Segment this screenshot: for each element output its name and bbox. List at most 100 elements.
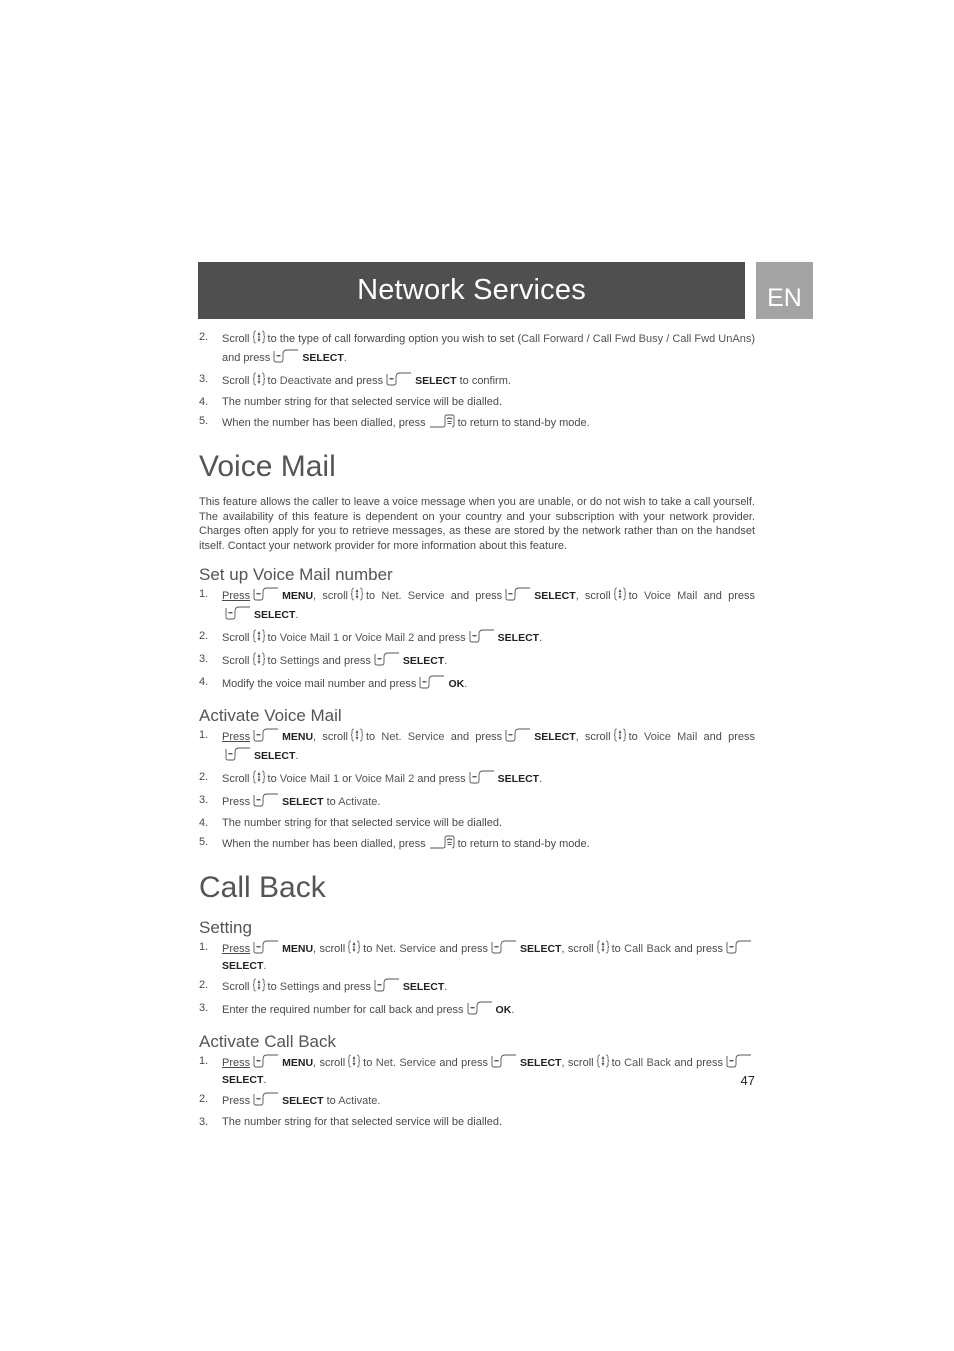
scroll-key-icon bbox=[596, 940, 610, 959]
step-text: to bbox=[611, 1057, 625, 1069]
step-text: Press bbox=[222, 731, 251, 743]
step-text: . bbox=[295, 609, 299, 621]
step-number: 1. bbox=[199, 941, 209, 953]
step-number: 5. bbox=[199, 415, 209, 427]
step-number: 4. bbox=[199, 676, 209, 688]
softkey-icon bbox=[253, 587, 279, 606]
step-item: 2. Scroll to Voice Mail 1 or Voice Mail 2 … bbox=[199, 629, 755, 648]
step-item: 1. Press MENU, scroll to Net. Service and p… bbox=[199, 1054, 755, 1088]
key-label: SELECT bbox=[534, 731, 576, 743]
language-tab: EN bbox=[756, 262, 813, 319]
step-text: and press bbox=[697, 590, 755, 602]
key-label: SELECT bbox=[282, 796, 324, 808]
step-item: 3. The number string for that selected se… bbox=[199, 1115, 755, 1130]
intro-steps: 2. Scroll to the type of call forwarding o… bbox=[199, 330, 755, 433]
scroll-key-icon bbox=[251, 652, 266, 671]
menu-option: Voice Mail 1 bbox=[279, 773, 340, 785]
step-text: or bbox=[339, 773, 355, 785]
step-text: . bbox=[464, 678, 468, 690]
step-text: . bbox=[263, 1074, 267, 1086]
softkey-icon bbox=[469, 770, 495, 789]
key-label: SELECT bbox=[520, 943, 562, 955]
step-text: and press bbox=[670, 943, 724, 955]
step-text: Press bbox=[222, 590, 251, 602]
page-content: 2. Scroll to the type of call forwarding o… bbox=[199, 330, 755, 1134]
step-item: 5. When the number has been dialled, pres… bbox=[199, 835, 755, 854]
step-item: 3. Press SELECT to Activate. bbox=[199, 793, 755, 812]
step-text: Press bbox=[222, 1057, 251, 1069]
step-text: , scroll bbox=[575, 731, 611, 743]
step-text: to bbox=[366, 590, 382, 602]
step-text: to return to stand-by mode. bbox=[457, 417, 590, 429]
step-item: 4. The number string for that selected se… bbox=[199, 395, 755, 410]
step-text: Scroll bbox=[222, 981, 250, 993]
softkey-icon bbox=[419, 675, 445, 694]
step-text: . bbox=[377, 1095, 381, 1107]
activate-call-back-steps: 1. Press MENU, scroll to Net. Service and p… bbox=[199, 1054, 755, 1130]
step-text: When the number has been dialled, press bbox=[222, 838, 426, 850]
step-number: 5. bbox=[199, 836, 209, 848]
step-text: and press bbox=[670, 1057, 724, 1069]
end-call-key-icon bbox=[429, 414, 455, 433]
step-text: to bbox=[363, 1057, 376, 1069]
softkey-icon bbox=[467, 1001, 493, 1020]
scroll-key-icon bbox=[612, 728, 627, 747]
step-item: 5. When the number has been dialled, pres… bbox=[199, 414, 755, 433]
step-text: . bbox=[343, 352, 347, 364]
softkey-icon bbox=[225, 606, 251, 625]
language-label: EN bbox=[767, 284, 802, 312]
page-number: 47 bbox=[740, 1073, 755, 1088]
step-text: to bbox=[323, 1095, 339, 1107]
activate-voice-mail-heading: Activate Voice Mail bbox=[199, 706, 342, 725]
step-text: or bbox=[339, 632, 355, 644]
step-text: to the type of call forwarding option yo… bbox=[267, 333, 522, 345]
step-text: , scroll bbox=[313, 1057, 346, 1069]
end-call-key-icon bbox=[429, 835, 455, 854]
step-text: Scroll bbox=[222, 655, 250, 667]
key-label: SELECT bbox=[497, 773, 540, 785]
step-item: 2. Press SELECT to Activate. bbox=[199, 1092, 755, 1111]
call-back-heading: Call Back bbox=[199, 871, 326, 904]
menu-option: Voice Mail 2 bbox=[354, 632, 415, 644]
menu-option: Voice Mail bbox=[643, 731, 698, 743]
key-label: OK bbox=[448, 678, 465, 690]
setup-voice-mail-steps: 1. Press MENU, scroll to Net. Service and p… bbox=[199, 587, 755, 694]
softkey-icon bbox=[491, 940, 517, 959]
section-title: Network Services bbox=[357, 274, 586, 306]
step-item: 1. Press MENU, scroll to Net. Service and p… bbox=[199, 587, 755, 625]
menu-option: Call Forward / Call Fwd Busy / Call Fwd … bbox=[521, 333, 752, 345]
softkey-icon bbox=[505, 587, 531, 606]
menu-option: Net. Service bbox=[375, 1057, 436, 1069]
step-text: , scroll bbox=[313, 590, 348, 602]
scroll-key-icon bbox=[350, 728, 364, 747]
step-text: and press bbox=[414, 773, 466, 785]
key-label: SELECT bbox=[402, 981, 445, 993]
key-label: MENU bbox=[282, 943, 314, 955]
step-number: 3. bbox=[199, 1002, 209, 1014]
scroll-key-icon bbox=[251, 629, 266, 648]
softkey-icon bbox=[273, 349, 299, 368]
step-text: to bbox=[267, 981, 280, 993]
activate-call-back-heading: Activate Call Back bbox=[199, 1032, 336, 1051]
activate-voice-mail-steps: 1. Press MENU, scroll to Net. Service and p… bbox=[199, 728, 755, 854]
voice-mail-heading: Voice Mail bbox=[199, 450, 336, 483]
step-item: 3. Scroll to Settings and press SELECT. bbox=[199, 652, 755, 671]
softkey-icon bbox=[225, 747, 251, 766]
step-text: to bbox=[628, 590, 644, 602]
step-text: The number string for that selected serv… bbox=[222, 817, 503, 829]
step-number: 2. bbox=[199, 771, 209, 783]
step-text: to bbox=[267, 773, 280, 785]
step-text: . bbox=[263, 960, 267, 972]
step-text: When the number has been dialled, press bbox=[222, 417, 426, 429]
menu-option: Settings bbox=[279, 655, 320, 667]
step-number: 4. bbox=[199, 396, 209, 408]
step-item: 2. Scroll to the type of call forwarding o… bbox=[199, 330, 755, 368]
menu-option: Net. Service bbox=[381, 590, 445, 602]
step-text: . bbox=[511, 1004, 515, 1016]
scroll-key-icon bbox=[251, 770, 266, 789]
step-text: . bbox=[444, 655, 448, 667]
step-text: and press bbox=[444, 731, 503, 743]
softkey-icon bbox=[253, 728, 279, 747]
scroll-key-icon bbox=[347, 940, 361, 959]
menu-option: Activate bbox=[338, 796, 378, 808]
